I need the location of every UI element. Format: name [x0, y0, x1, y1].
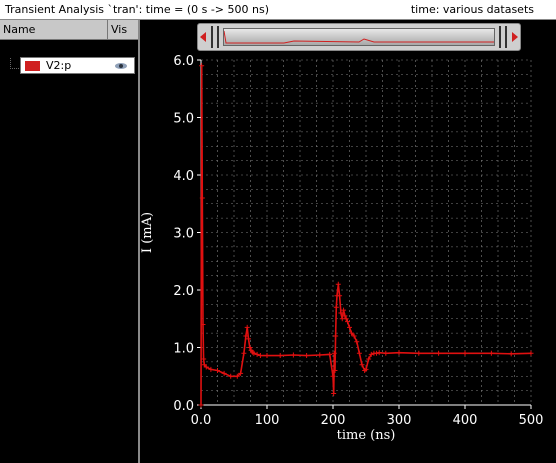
y-tick-label: 4.0: [173, 169, 194, 184]
data-point-marker: [198, 402, 204, 408]
data-point-marker: [199, 63, 205, 69]
data-point-marker: [341, 307, 347, 313]
data-point-marker: [277, 353, 283, 359]
data-point-marker: [354, 339, 360, 345]
x-tick-label: 0.0: [191, 413, 212, 428]
eye-icon[interactable]: [115, 63, 127, 69]
signal-row-v2p[interactable]: V2:p: [20, 57, 135, 74]
x-tick-label: 100: [255, 413, 280, 428]
y-axis-label: I (mA): [140, 212, 155, 253]
data-point-marker: [416, 350, 422, 356]
data-point-marker: [436, 350, 442, 356]
chart-axes: [197, 59, 532, 409]
data-point-marker: [347, 324, 352, 330]
data-point-marker: [257, 353, 263, 359]
data-point-marker: [264, 353, 270, 359]
signal-list-panel: Name Vis V2:p: [0, 20, 138, 463]
data-point-marker: [383, 350, 389, 356]
y-tick-label: 0.0: [173, 399, 194, 414]
data-point-marker: [335, 281, 341, 287]
y-tick-label: 6.0: [173, 54, 194, 69]
data-point-marker: [374, 350, 380, 356]
signal-name: V2:p: [46, 59, 72, 72]
data-point-marker: [208, 366, 214, 372]
x-tick-label: 300: [387, 413, 412, 428]
waveform-chart[interactable]: 0.0 1.0 2.0 3.0 4.0 5.0 6.0 0.0 100 200 300 400 500…: [140, 20, 556, 463]
data-point-marker: [244, 324, 250, 330]
signal-color-swatch: [25, 61, 40, 71]
data-point-marker: [528, 350, 534, 356]
y-tick-label: 2.0: [173, 284, 194, 299]
data-point-marker: [333, 304, 339, 310]
signal-list-header: Name Vis: [0, 20, 138, 40]
x-tick-label: 500: [519, 413, 544, 428]
tree-connector: [10, 58, 19, 69]
plot-area: 0.0 1.0 2.0 3.0 4.0 5.0 6.0 0.0 100 200 300 400 500…: [140, 20, 556, 463]
x-tick-labels: 0.0 100 200 300 400 500: [191, 413, 544, 428]
y-tick-label: 1.0: [173, 342, 194, 357]
data-point-marker: [359, 362, 365, 368]
data-point-marker: [317, 352, 323, 358]
analysis-title: Transient Analysis `tran': time = (0 s -…: [5, 3, 270, 16]
x-tick-label: 400: [453, 413, 478, 428]
dataset-info: time: various datasets: [410, 3, 534, 16]
column-header-name[interactable]: Name: [0, 20, 108, 40]
data-point-marker: [221, 370, 227, 376]
data-point-marker: [356, 350, 362, 356]
data-point-marker: [488, 350, 494, 356]
data-point-marker: [462, 350, 468, 356]
y-tick-label: 5.0: [173, 112, 194, 127]
data-point-marker: [396, 350, 402, 356]
x-axis-label: time (ns): [337, 428, 396, 443]
data-point-marker: [290, 352, 296, 358]
y-tick-labels: 0.0 1.0 2.0 3.0 4.0 5.0 6.0: [173, 54, 194, 414]
data-point-marker: [228, 373, 234, 379]
x-tick-label: 200: [321, 413, 346, 428]
y-tick-label: 3.0: [173, 227, 194, 242]
data-point-marker: [215, 368, 220, 373]
data-point-marker: [304, 353, 310, 359]
data-point-marker: [376, 350, 382, 356]
column-header-vis[interactable]: Vis: [109, 20, 140, 40]
data-point-marker: [508, 351, 514, 357]
data-point-marker: [254, 351, 260, 357]
data-point-marker: [333, 333, 339, 339]
data-point-marker: [241, 350, 247, 356]
data-point-marker: [331, 391, 337, 396]
title-bar: Transient Analysis `tran': time = (0 s -…: [0, 0, 556, 20]
data-point-marker: [327, 351, 333, 357]
